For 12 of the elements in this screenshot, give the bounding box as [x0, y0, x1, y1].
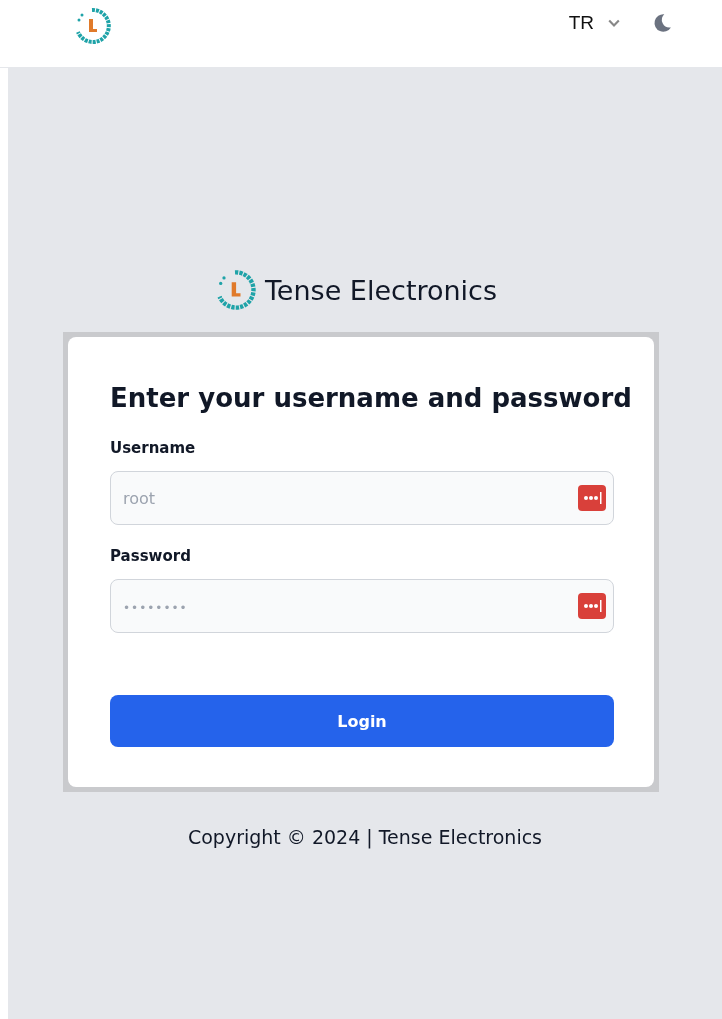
field-label: Password — [110, 547, 192, 565]
password-field[interactable]: •••••••• — [110, 579, 614, 633]
brand-name: Tense Electronics — [264, 274, 497, 306]
password-manager-icon[interactable] — [578, 485, 606, 511]
field-label: Username — [110, 439, 197, 457]
copyright-text: Copyright © 2024 | Tense Electronics — [187, 826, 542, 848]
password-manager-icon[interactable] — [578, 593, 606, 619]
form-title: Enter your username and password — [110, 383, 630, 413]
username-field[interactable]: root — [110, 471, 614, 525]
login-button[interactable]: Login — [110, 695, 614, 747]
chevron-down-icon — [608, 19, 620, 27]
language-select[interactable]: TR — [568, 12, 620, 34]
